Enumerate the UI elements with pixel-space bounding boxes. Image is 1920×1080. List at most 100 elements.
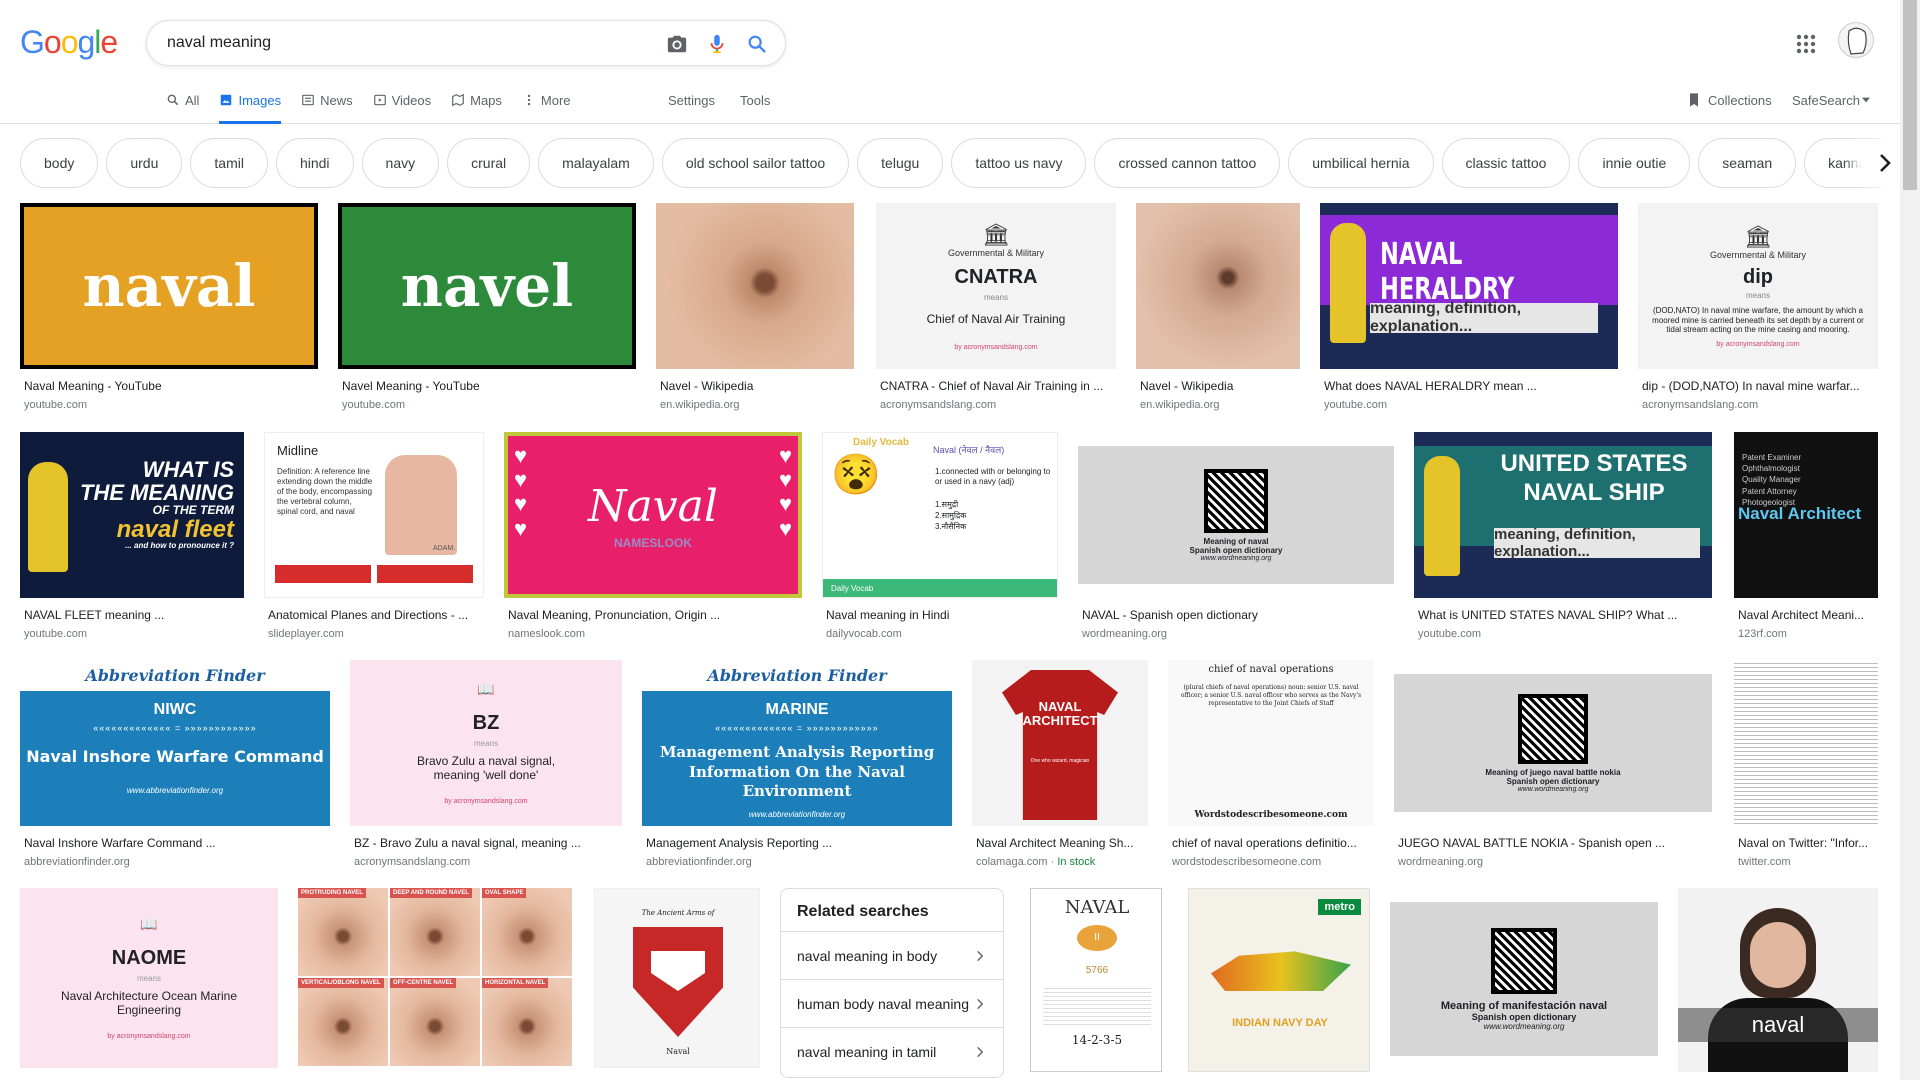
chip-hindi[interactable]: hindi <box>275 138 354 188</box>
result-item[interactable]: navel Navel Meaning - YouTube youtube.co… <box>338 203 636 411</box>
tab-images[interactable]: Images <box>219 86 282 124</box>
result-thumbnail[interactable]: 📖 BZ means Bravo Zulu a naval signal, me… <box>350 660 622 826</box>
result-item[interactable]: naval Naval Meaning - YouTube youtube.co… <box>20 203 318 411</box>
result-thumbnail[interactable]: NAVAL ARCHITECT One who wizard, magician <box>972 660 1148 826</box>
result-thumbnail[interactable]: Abbreviation Finder NIWC ««««««««««««« =… <box>20 660 330 826</box>
result-title[interactable]: What does NAVAL HERALDRY mean ... <box>1324 379 1614 393</box>
result-thumbnail[interactable]: The Ancient Arms of Naval <box>594 888 760 1068</box>
result-title[interactable]: Management Analysis Reporting ... <box>646 836 948 850</box>
result-thumbnail[interactable]: naval <box>20 203 318 369</box>
result-item[interactable]: NAVAL HERALDRY meaning, definition, expl… <box>1320 203 1618 411</box>
result-item[interactable]: PROTRUDING NAVEL DEEP AND ROUND NAVEL OVAL… <box>298 888 574 1078</box>
result-thumbnail[interactable]: NAVAL II 5766 14-2-3-5 <box>1030 888 1162 1072</box>
chip-crural[interactable]: crural <box>447 138 531 188</box>
chip-telugu[interactable]: telugu <box>857 138 944 188</box>
result-thumbnail[interactable]: Meaning of juego naval battle nokia Span… <box>1394 660 1712 826</box>
tab-news[interactable]: News <box>301 86 353 124</box>
result-item[interactable]: 🏛 Governmental & Military dip means (DOD… <box>1638 203 1878 411</box>
result-thumbnail[interactable]: Midline Definition: A reference line ext… <box>264 432 484 598</box>
search-icon[interactable] <box>745 32 769 56</box>
result-item[interactable]: naval <box>1678 888 1878 1078</box>
result-thumbnail[interactable]: Daily Vocab 😵 Naval (नेवल / नैवल) 1.conn… <box>822 432 1058 598</box>
result-title[interactable]: Naval on Twitter: "Infor... <box>1738 836 1874 850</box>
chip-crossed-cannon-tattoo[interactable]: crossed cannon tattoo <box>1094 138 1281 188</box>
tab-videos[interactable]: Videos <box>373 86 431 124</box>
result-title[interactable]: Anatomical Planes and Directions - ... <box>268 608 480 622</box>
result-item[interactable]: Naval on Twitter: "Infor... twitter.com <box>1734 660 1878 868</box>
chip-old-school-sailor-tattoo[interactable]: old school sailor tattoo <box>661 138 850 188</box>
result-thumbnail[interactable] <box>1136 203 1300 369</box>
chip-tamil[interactable]: tamil <box>190 138 268 188</box>
result-item[interactable]: WHAT IS THE MEANING OF THE TERM naval fl… <box>20 432 244 640</box>
result-title[interactable]: JUEGO NAVAL BATTLE NOKIA - Spanish open … <box>1398 836 1708 850</box>
settings-link[interactable]: Settings <box>668 86 715 114</box>
result-item[interactable]: metro INDIAN NAVY DAY <box>1188 888 1370 1078</box>
result-thumbnail[interactable] <box>656 203 854 369</box>
result-item[interactable]: 🏛 Governmental & Military CNATRA means C… <box>876 203 1116 411</box>
result-item[interactable]: UNITED STATES NAVAL SHIP meaning, defini… <box>1414 432 1712 640</box>
result-item[interactable]: NAVAL ARCHITECT One who wizard, magician… <box>972 660 1148 868</box>
result-thumbnail[interactable]: UNITED STATES NAVAL SHIP meaning, defini… <box>1414 432 1712 598</box>
search-input[interactable] <box>167 31 647 55</box>
result-title[interactable]: Naval Meaning, Pronunciation, Origin ... <box>508 608 798 622</box>
result-thumbnail[interactable]: metro INDIAN NAVY DAY <box>1188 888 1370 1072</box>
result-item[interactable]: Navel - Wikipedia en.wikipedia.org <box>656 203 854 411</box>
result-title[interactable]: Navel - Wikipedia <box>660 379 850 393</box>
result-thumbnail[interactable]: PROTRUDING NAVEL DEEP AND ROUND NAVEL OVAL… <box>298 888 574 1068</box>
result-title[interactable]: Naval meaning in Hindi <box>826 608 1054 622</box>
camera-icon[interactable] <box>665 32 689 56</box>
result-item[interactable]: 📖 NAOME means Naval Architecture Ocean M… <box>20 888 278 1078</box>
result-item[interactable]: Daily Vocab 😵 Naval (नेवल / नैवल) 1.conn… <box>822 432 1058 640</box>
result-title[interactable]: Naval Meaning - YouTube <box>24 379 314 393</box>
result-title[interactable]: NAVAL - Spanish open dictionary <box>1082 608 1390 622</box>
result-item[interactable]: Meaning of naval Spanish open dictionary… <box>1078 432 1394 640</box>
chip-classic-tattoo[interactable]: classic tattoo <box>1441 138 1571 188</box>
collections-link[interactable]: Collections <box>1686 86 1772 114</box>
result-thumbnail[interactable]: WHAT IS THE MEANING OF THE TERM naval fl… <box>20 432 244 598</box>
related-search-item[interactable]: naval meaning in body <box>781 931 1003 979</box>
result-thumbnail[interactable]: navel <box>338 203 636 369</box>
result-thumbnail[interactable]: 📖 NAOME means Naval Architecture Ocean M… <box>20 888 278 1068</box>
google-logo[interactable]: Google <box>20 24 118 61</box>
result-thumbnail[interactable]: ♥ ♥ ♥ ♥ ♥ ♥ ♥ ♥ Naval NAMESLOOK <box>504 432 802 598</box>
result-thumbnail[interactable]: 🏛 Governmental & Military CNATRA means C… <box>876 203 1116 369</box>
chip-seaman[interactable]: seaman <box>1698 138 1797 188</box>
result-title[interactable]: What is UNITED STATES NAVAL SHIP? What .… <box>1418 608 1708 622</box>
result-item[interactable]: Abbreviation Finder NIWC ««««««««««««« =… <box>20 660 330 868</box>
result-thumbnail[interactable]: Meaning of naval Spanish open dictionary… <box>1078 432 1394 598</box>
result-title[interactable]: Navel Meaning - YouTube <box>342 379 632 393</box>
microphone-icon[interactable] <box>705 32 729 56</box>
result-title[interactable]: chief of naval operations definitio... <box>1172 836 1370 850</box>
result-thumbnail[interactable]: 🏛 Governmental & Military dip means (DOD… <box>1638 203 1878 369</box>
result-title[interactable]: Navel - Wikipedia <box>1140 379 1296 393</box>
result-thumbnail[interactable]: naval <box>1678 888 1878 1072</box>
result-title[interactable]: BZ - Bravo Zulu a naval signal, meaning … <box>354 836 618 850</box>
result-item[interactable]: Midline Definition: A reference line ext… <box>264 432 484 640</box>
result-item[interactable]: Navel - Wikipedia en.wikipedia.org <box>1136 203 1300 411</box>
result-item[interactable]: Abbreviation Finder MARINE «««««««««««««… <box>642 660 952 868</box>
result-item[interactable]: ♥ ♥ ♥ ♥ ♥ ♥ ♥ ♥ Naval NAMESLOOK Naval Meaning,… <box>504 432 802 640</box>
result-title[interactable]: Naval Architect Meaning Sh... <box>976 836 1144 850</box>
result-thumbnail[interactable]: NAVAL HERALDRY meaning, definition, expl… <box>1320 203 1618 369</box>
result-item[interactable]: chief of naval operations (plural chiefs… <box>1168 660 1374 868</box>
chip-malayalam[interactable]: malayalam <box>538 138 654 188</box>
scrollbar[interactable] <box>1900 0 1920 1080</box>
account-avatar[interactable] <box>1838 22 1874 58</box>
result-item[interactable]: Patent Examiner Ophthalmologist Quality Ma… <box>1734 432 1878 640</box>
chip-innie-outie[interactable]: innie outie <box>1578 138 1691 188</box>
result-title[interactable]: dip - (DOD,NATO) In naval mine warfar... <box>1642 379 1874 393</box>
tab-maps[interactable]: Maps <box>451 86 502 124</box>
related-search-item[interactable]: naval meaning in tamil <box>781 1027 1003 1075</box>
result-title[interactable]: CNATRA - Chief of Naval Air Training in … <box>880 379 1112 393</box>
chip-body[interactable]: body <box>20 138 99 188</box>
apps-grid-icon[interactable] <box>1794 32 1818 56</box>
chip-tattoo-us-navy[interactable]: tattoo us navy <box>951 138 1087 188</box>
result-item[interactable]: Meaning of juego naval battle nokia Span… <box>1394 660 1712 868</box>
chip-navy[interactable]: navy <box>361 138 440 188</box>
safesearch-dropdown[interactable]: SafeSearch <box>1792 86 1870 114</box>
result-item[interactable]: NAVAL II 5766 14-2-3-5 <box>1030 888 1162 1078</box>
result-title[interactable]: Naval Inshore Warfare Command ... <box>24 836 326 850</box>
result-title[interactable]: Naval Architect Meani... <box>1738 608 1874 622</box>
result-item[interactable]: The Ancient Arms of Naval <box>594 888 760 1078</box>
chip-urdu[interactable]: urdu <box>106 138 183 188</box>
